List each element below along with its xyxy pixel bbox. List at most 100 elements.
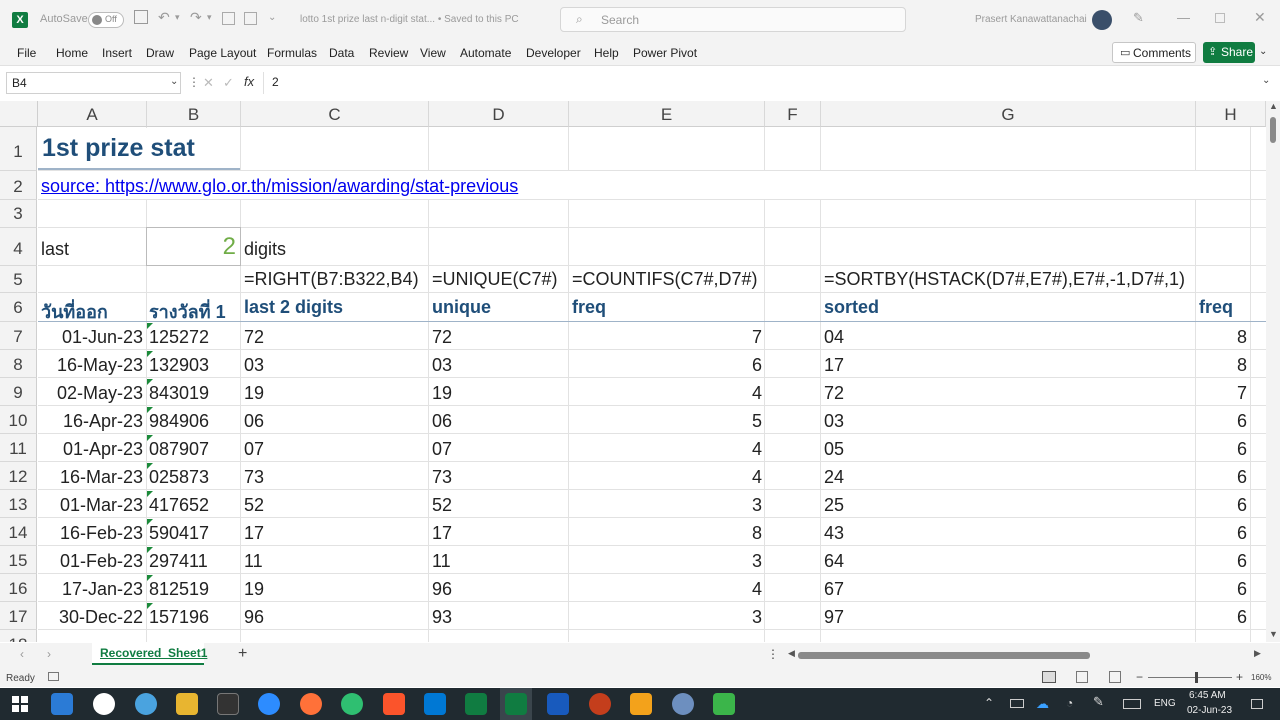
prize-cell[interactable]: 132903 <box>149 355 209 376</box>
sorted-freq-cell[interactable]: 6 <box>1196 523 1247 544</box>
last-digits-cell[interactable]: 73 <box>244 467 264 488</box>
prev-sheet-icon[interactable]: ‹ <box>20 647 24 661</box>
avatar[interactable] <box>1092 10 1112 30</box>
row-header-17[interactable]: 17 <box>0 602 37 630</box>
header-sorted-freq[interactable]: freq <box>1199 297 1233 318</box>
select-all-corner[interactable] <box>0 101 38 127</box>
date-cell[interactable]: 01-Apr-23 <box>38 439 143 460</box>
formula-text-e5[interactable]: =COUNTIFS(C7#,D7#) <box>572 269 758 290</box>
share-dropdown-icon[interactable]: ⌄ <box>1259 46 1267 57</box>
onedrive-icon[interactable]: ☁ <box>1036 696 1049 712</box>
windows-start-icon[interactable] <box>12 696 28 712</box>
sorted-cell[interactable]: 67 <box>824 579 844 600</box>
last-digits-cell[interactable]: 03 <box>244 355 264 376</box>
row-header-18[interactable]: 18 <box>0 630 37 642</box>
source-link[interactable]: source: https://www.glo.or.th/mission/aw… <box>41 176 518 197</box>
next-sheet-icon[interactable]: › <box>47 647 51 661</box>
col-header-e[interactable]: E <box>569 101 765 127</box>
freq-cell[interactable]: 7 <box>569 327 762 348</box>
scroll-down-icon[interactable]: ▼ <box>1269 629 1278 639</box>
page-layout-view-icon[interactable] <box>1076 671 1088 683</box>
unique-cell[interactable]: 73 <box>432 467 452 488</box>
row-header-1[interactable]: 1 <box>0 127 37 171</box>
col-header-f[interactable]: F <box>765 101 821 127</box>
freq-cell[interactable]: 3 <box>569 607 762 628</box>
keyboard-icon[interactable] <box>1123 699 1141 709</box>
formula-options-icon[interactable]: ⋮ <box>188 75 200 89</box>
sheet-tab-active[interactable]: Recovered_Sheet1 <box>92 643 207 665</box>
unique-cell[interactable]: 52 <box>432 495 452 516</box>
freq-cell[interactable]: 3 <box>569 551 762 572</box>
redo-icon[interactable]: ↷ <box>190 9 202 26</box>
unique-cell[interactable]: 07 <box>432 439 452 460</box>
pen-tray-icon[interactable]: ✎ <box>1093 694 1104 710</box>
qat-more-icon[interactable]: ⌄ <box>268 12 276 23</box>
date-cell[interactable]: 02-May-23 <box>38 383 143 404</box>
sorted-freq-cell[interactable]: 6 <box>1196 551 1247 572</box>
language-indicator[interactable]: ENG <box>1154 698 1176 709</box>
wifi-icon[interactable]: ◔ <box>1066 696 1073 710</box>
menu-insert[interactable]: Insert <box>102 46 132 60</box>
vscode-icon[interactable] <box>424 693 446 715</box>
settings-app-icon[interactable] <box>135 693 157 715</box>
last-digits-cell[interactable]: 17 <box>244 523 264 544</box>
horizontal-scroll-thumb[interactable] <box>798 652 1090 659</box>
tray-chevron-icon[interactable]: ⌃ <box>984 696 994 710</box>
pen-app-icon[interactable] <box>51 693 73 715</box>
unique-cell[interactable]: 93 <box>432 607 452 628</box>
freq-cell[interactable]: 4 <box>569 439 762 460</box>
share-button[interactable]: ⇪ Share <box>1203 42 1255 63</box>
form-icon[interactable] <box>222 12 235 25</box>
last-digits-cell[interactable]: 07 <box>244 439 264 460</box>
sorted-cell[interactable]: 97 <box>824 607 844 628</box>
row-header-5[interactable]: 5 <box>0 266 37 293</box>
brave-icon[interactable] <box>383 693 405 715</box>
col-header-d[interactable]: D <box>429 101 569 127</box>
header-last-digits[interactable]: last 2 digits <box>244 297 343 318</box>
sorted-cell[interactable]: 17 <box>824 355 844 376</box>
prize-cell[interactable]: 984906 <box>149 411 209 432</box>
sorted-cell[interactable]: 43 <box>824 523 844 544</box>
name-box-dropdown-icon[interactable]: ⌄ <box>170 76 178 87</box>
sorted-cell[interactable]: 05 <box>824 439 844 460</box>
user-name[interactable]: Prasert Kanawattanachai <box>975 14 1087 25</box>
menu-home[interactable]: Home <box>56 46 88 60</box>
add-sheet-icon[interactable]: + <box>238 645 247 663</box>
vertical-scrollbar[interactable]: ▲ ▼ <box>1266 101 1280 642</box>
normal-view-icon[interactable] <box>1042 671 1056 683</box>
menu-data[interactable]: Data <box>329 46 354 60</box>
prize-cell[interactable]: 590417 <box>149 523 209 544</box>
prize-cell[interactable]: 812519 <box>149 579 209 600</box>
visual-studio-icon[interactable] <box>465 693 487 715</box>
hscroll-right-icon[interactable]: ▶ <box>1254 648 1261 659</box>
sorted-cell[interactable]: 72 <box>824 383 844 404</box>
scroll-up-icon[interactable]: ▲ <box>1269 101 1278 111</box>
hscroll-left-icon[interactable]: ◀ <box>788 648 795 659</box>
notification-icon[interactable] <box>1251 699 1263 709</box>
row-header-8[interactable]: 8 <box>0 350 37 378</box>
row-header-12[interactable]: 12 <box>0 462 37 490</box>
photo-app-icon[interactable] <box>630 693 652 715</box>
last-digits-cell[interactable]: 06 <box>244 411 264 432</box>
date-cell[interactable]: 16-Mar-23 <box>38 467 143 488</box>
menu-power-pivot[interactable]: Power Pivot <box>633 46 697 60</box>
terminal-icon[interactable] <box>217 693 239 715</box>
row-header-13[interactable]: 13 <box>0 490 37 518</box>
formula-text-d5[interactable]: =UNIQUE(C7#) <box>432 269 558 290</box>
restore-icon[interactable] <box>1215 13 1225 23</box>
sorted-cell[interactable]: 25 <box>824 495 844 516</box>
unique-cell[interactable]: 96 <box>432 579 452 600</box>
last-label[interactable]: last <box>41 239 69 260</box>
date-cell[interactable]: 17-Jan-23 <box>38 579 143 600</box>
sorted-freq-cell[interactable]: 7 <box>1196 383 1247 404</box>
unique-cell[interactable]: 19 <box>432 383 452 404</box>
zoom-slider[interactable] <box>1148 672 1232 683</box>
row-header-7[interactable]: 7 <box>0 322 37 350</box>
close-icon[interactable]: ✕ <box>1254 9 1266 26</box>
unique-cell[interactable]: 06 <box>432 411 452 432</box>
battery-icon[interactable] <box>1010 699 1024 708</box>
vertical-scroll-thumb[interactable] <box>1270 117 1276 143</box>
last-digits-cell[interactable]: 72 <box>244 327 264 348</box>
insert-function-icon[interactable]: fx <box>244 74 254 89</box>
row-header-14[interactable]: 14 <box>0 518 37 546</box>
